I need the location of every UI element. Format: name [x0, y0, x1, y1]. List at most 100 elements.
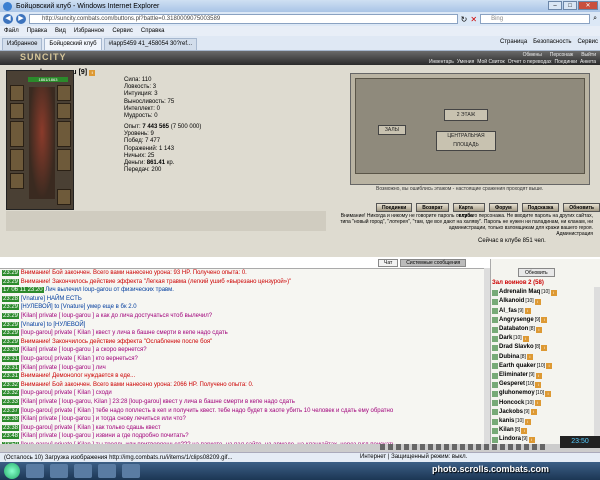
smile-icon[interactable]	[388, 444, 393, 450]
info-icon[interactable]: i	[534, 400, 541, 407]
back-icon[interactable]: ◀	[3, 14, 13, 24]
info-icon[interactable]: i	[541, 345, 548, 352]
player-item[interactable]: Dubina [8] i	[492, 353, 557, 362]
info-icon[interactable]: i	[535, 372, 542, 379]
info-icon[interactable]: i	[535, 326, 542, 333]
menu-file[interactable]: Файл	[4, 28, 19, 34]
smile-icon[interactable]	[508, 444, 513, 450]
equip-slot-belt[interactable]	[10, 173, 24, 189]
info-icon[interactable]: i	[545, 391, 552, 398]
player-item[interactable]: kanis [10] i	[492, 417, 557, 426]
info-icon[interactable]: i	[521, 427, 528, 434]
player-item[interactable]: gluhonemoy [10] i	[492, 389, 557, 398]
smile-icon[interactable]	[396, 444, 401, 450]
tab-fight-club[interactable]: Бойцовский клуб	[44, 38, 102, 50]
taskbar-app-icon[interactable]	[98, 464, 116, 478]
info-icon[interactable]: i	[530, 409, 537, 416]
chat-timestamp[interactable]: 23:29	[2, 270, 20, 276]
start-button[interactable]	[4, 463, 20, 479]
chat-timestamp[interactable]: 23:32	[2, 390, 20, 397]
player-name[interactable]: Databaton	[499, 325, 528, 334]
menu-view[interactable]: Вид	[55, 28, 66, 34]
smile-icon[interactable]	[444, 444, 449, 450]
security-menu[interactable]: Безопасность	[533, 39, 571, 45]
tab-system-messages[interactable]: Системные сообщения	[400, 259, 467, 267]
smile-icon[interactable]	[524, 444, 529, 450]
chat-timestamp[interactable]: 23:29	[2, 278, 20, 285]
return-button[interactable]: Возврат	[416, 203, 449, 212]
menu-favorites[interactable]: Избранное	[74, 28, 104, 34]
menu-help[interactable]: Справка	[141, 28, 165, 34]
chat-timestamp[interactable]: 23:38	[2, 416, 20, 423]
smile-icon[interactable]	[404, 444, 409, 450]
chat-timestamp[interactable]: 17 06 11 23:20	[2, 287, 44, 294]
tab-chat[interactable]: Чат	[378, 259, 399, 267]
club-map-button[interactable]: Карта клуба	[452, 203, 485, 219]
close-button[interactable]: ✕	[578, 1, 598, 10]
player-item[interactable]: Earth quaker [10] i	[492, 362, 557, 371]
equip-slot-earrings[interactable]	[57, 85, 71, 101]
player-item[interactable]: Databaton [8] i	[492, 325, 557, 334]
taskbar-ie-icon[interactable]	[26, 464, 44, 478]
chat-timestamp[interactable]: 23:31	[2, 355, 20, 362]
info-icon[interactable]: i	[526, 354, 533, 361]
player-item[interactable]: Alkanoid [10] i	[492, 297, 557, 306]
info-icon[interactable]: i	[546, 363, 553, 370]
url-input[interactable]: http://suncity.combats.com/buttons.pl?ba…	[29, 14, 458, 24]
player-item[interactable]: Angrysenge [9] i	[492, 316, 557, 325]
chat-timestamp[interactable]: 23:37	[2, 407, 20, 414]
player-name[interactable]: Kilan	[499, 426, 514, 435]
player-name[interactable]: Adrenalin Maq	[499, 288, 540, 297]
taskbar-media-icon[interactable]	[74, 464, 92, 478]
chat-timestamp[interactable]: 23:29	[2, 304, 20, 311]
equip-slot-shield[interactable]	[57, 121, 71, 147]
smile-icon[interactable]	[532, 444, 537, 450]
map-room-floor2[interactable]: 2 ЭТАЖ	[444, 109, 488, 121]
map-room-halls[interactable]: ЗАЛЫ	[378, 125, 406, 135]
chat-timestamp[interactable]: 23:38	[2, 424, 20, 431]
player-name[interactable]: Dark	[499, 334, 512, 343]
player-name[interactable]: Alkanoid	[499, 297, 524, 306]
player-name[interactable]: Eliminater	[499, 371, 528, 380]
player-item[interactable]: Kilan [8] i	[492, 426, 557, 435]
equip-slot-gloves[interactable]	[57, 103, 71, 119]
taskbar-folder-icon[interactable]	[50, 464, 68, 478]
refresh-button[interactable]: Обновить	[563, 203, 600, 212]
equip-slot-armor[interactable]	[10, 149, 24, 171]
smile-icon[interactable]	[412, 444, 417, 450]
chat-timestamp[interactable]: 23:48	[2, 433, 20, 440]
player-name[interactable]: gluhonemoy	[499, 389, 535, 398]
player-item[interactable]: Drad Slavko [8] i	[492, 343, 557, 352]
equip-slot-amulet[interactable]	[10, 103, 24, 119]
link-exit[interactable]: Выйти	[581, 52, 596, 58]
equip-slot-helm[interactable]	[10, 85, 24, 101]
player-name[interactable]: Al_fas	[499, 307, 517, 316]
smile-icon[interactable]	[500, 444, 505, 450]
favorites-button[interactable]: Избранное	[2, 38, 43, 50]
smile-icon[interactable]	[476, 444, 481, 450]
info-icon[interactable]: i	[535, 381, 542, 388]
chat-timestamp[interactable]: 23:32	[2, 381, 20, 388]
smile-icon[interactable]	[516, 444, 521, 450]
player-item[interactable]: Gesperet [10] i	[492, 380, 557, 389]
equip-slot-rings[interactable]	[57, 149, 71, 171]
player-name[interactable]: Earth quaker	[499, 362, 536, 371]
equip-slot-weapon[interactable]	[10, 121, 24, 147]
chat-timestamp[interactable]: 23:29	[2, 330, 20, 337]
forward-icon[interactable]: ▶	[16, 14, 26, 24]
taskbar-app-icon[interactable]	[122, 464, 140, 478]
smile-icon[interactable]	[460, 444, 465, 450]
info-icon[interactable]: i	[541, 317, 548, 324]
player-item[interactable]: Al_fas [9] i	[492, 307, 557, 316]
smile-icon[interactable]	[540, 444, 545, 450]
stop-icon[interactable]: ✕	[470, 15, 477, 24]
battles-button[interactable]: Поединки	[376, 203, 413, 212]
smile-icon[interactable]	[452, 444, 457, 450]
players-scrollbar[interactable]	[594, 287, 600, 444]
smile-icon[interactable]	[436, 444, 441, 450]
info-icon[interactable]: i	[528, 437, 535, 444]
info-icon[interactable]: i	[524, 418, 531, 425]
smile-icon[interactable]	[380, 444, 385, 450]
menu-edit[interactable]: Правка	[27, 28, 47, 34]
player-item[interactable]: Honcock [10] i	[492, 399, 557, 408]
